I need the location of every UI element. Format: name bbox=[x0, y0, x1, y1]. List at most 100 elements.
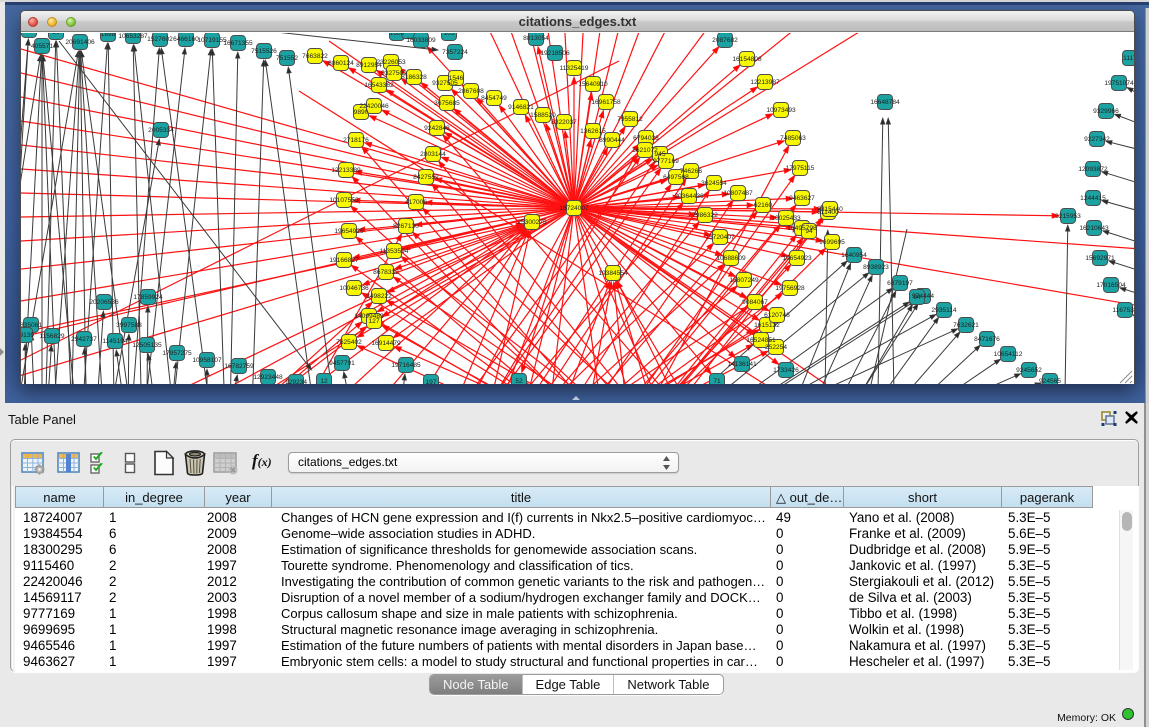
svg-text:9463627: 9463627 bbox=[789, 195, 815, 202]
svg-text:6120746: 6120746 bbox=[764, 312, 790, 319]
svg-text:16543362: 16543362 bbox=[364, 82, 394, 89]
svg-text:19716485: 19716485 bbox=[391, 362, 421, 369]
svg-text:2867608: 2867608 bbox=[458, 88, 484, 95]
svg-text:16524851: 16524851 bbox=[746, 337, 776, 344]
svg-text:8454749: 8454749 bbox=[481, 95, 507, 102]
svg-text:23226053: 23226053 bbox=[376, 59, 406, 66]
svg-text:90: 90 bbox=[25, 33, 33, 34]
svg-text:1898: 1898 bbox=[101, 33, 116, 38]
svg-text:751552: 751552 bbox=[276, 55, 298, 62]
svg-text:12923448: 12923448 bbox=[253, 374, 283, 381]
svg-text:15640910: 15640910 bbox=[578, 81, 608, 88]
svg-text:2087682: 2087682 bbox=[712, 37, 738, 44]
svg-text:9146821: 9146821 bbox=[508, 104, 534, 111]
svg-text:197: 197 bbox=[425, 379, 436, 384]
svg-text:7955812: 7955812 bbox=[617, 116, 643, 123]
svg-text:22420046: 22420046 bbox=[359, 103, 389, 110]
svg-text:9245652: 9245652 bbox=[1016, 367, 1042, 374]
svg-text:17859924: 17859924 bbox=[133, 294, 163, 301]
svg-text:8678332: 8678332 bbox=[373, 269, 399, 276]
svg-text:19751074: 19751074 bbox=[1104, 80, 1134, 87]
svg-text:405571: 405571 bbox=[31, 43, 53, 50]
svg-text:71: 71 bbox=[713, 378, 721, 384]
svg-text:7515526: 7515526 bbox=[251, 48, 277, 55]
svg-text:252254: 252254 bbox=[765, 344, 787, 351]
svg-text:10807487: 10807487 bbox=[723, 190, 753, 197]
svg-text:20364436: 20364436 bbox=[674, 193, 704, 200]
svg-text:1362615: 1362615 bbox=[580, 128, 606, 135]
svg-text:16782759: 16782759 bbox=[224, 363, 254, 370]
svg-text:20691406: 20691406 bbox=[65, 39, 95, 46]
svg-text:8990444: 8990444 bbox=[599, 137, 625, 144]
svg-text:10973493: 10973493 bbox=[766, 107, 796, 114]
svg-text:18724007: 18724007 bbox=[559, 205, 589, 212]
svg-text:12213389: 12213389 bbox=[331, 167, 361, 174]
svg-text:7632621: 7632621 bbox=[953, 322, 979, 329]
svg-text:10958107: 10958107 bbox=[192, 357, 222, 364]
svg-text:20206536: 20206536 bbox=[89, 299, 119, 306]
svg-text:945: 945 bbox=[654, 151, 665, 158]
svg-text:39139: 39139 bbox=[21, 332, 34, 339]
svg-text:3675685: 3675685 bbox=[434, 100, 460, 107]
svg-text:2803144: 2803144 bbox=[420, 151, 446, 158]
svg-text:12: 12 bbox=[320, 378, 328, 384]
svg-text:3624554: 3624554 bbox=[701, 180, 727, 187]
svg-text:127: 127 bbox=[368, 318, 379, 325]
svg-text:924565: 924565 bbox=[1039, 378, 1061, 384]
svg-text:417006: 417006 bbox=[405, 199, 427, 206]
svg-text:16914479: 16914479 bbox=[371, 340, 401, 347]
svg-text:11353594: 11353594 bbox=[380, 248, 409, 255]
svg-text:94: 94 bbox=[805, 228, 813, 235]
svg-text:8813054: 8813054 bbox=[523, 35, 549, 42]
svg-text:7485063: 7485063 bbox=[780, 135, 806, 142]
svg-text:7625402: 7625402 bbox=[336, 339, 362, 346]
svg-text:25300275: 25300275 bbox=[517, 219, 547, 226]
svg-text:1640954: 1640954 bbox=[841, 252, 867, 259]
svg-text:19384554: 19384554 bbox=[598, 270, 628, 277]
svg-text:9699695: 9699695 bbox=[819, 239, 845, 246]
svg-text:1609: 1609 bbox=[390, 33, 405, 37]
svg-text:7663822: 7663822 bbox=[302, 53, 328, 60]
svg-text:8860124: 8860124 bbox=[328, 60, 354, 67]
svg-text:18807249: 18807249 bbox=[729, 277, 759, 284]
svg-text:3215953: 3215953 bbox=[1055, 213, 1081, 220]
svg-text:1588520: 1588520 bbox=[530, 112, 556, 119]
svg-text:2005334: 2005334 bbox=[148, 127, 174, 134]
svg-text:7986322: 7986322 bbox=[692, 212, 718, 219]
svg-text:1156829: 1156829 bbox=[39, 333, 65, 340]
svg-text:6497568: 6497568 bbox=[663, 174, 689, 181]
svg-text:14136141: 14136141 bbox=[727, 361, 757, 368]
svg-text:19654925: 19654925 bbox=[334, 228, 364, 235]
svg-text:1733426: 1733426 bbox=[773, 367, 799, 374]
svg-text:16671355: 16671355 bbox=[223, 40, 253, 47]
svg-text:7357224: 7357224 bbox=[442, 49, 468, 56]
svg-text:105: 105 bbox=[443, 33, 454, 37]
svg-text:746266: 746266 bbox=[680, 168, 702, 175]
svg-text:3997588: 3997588 bbox=[116, 322, 142, 329]
svg-text:9329966: 9329966 bbox=[1093, 108, 1119, 115]
svg-text:15692971: 15692971 bbox=[1085, 255, 1115, 262]
svg-text:8186328: 8186328 bbox=[401, 74, 427, 81]
svg-text:1615132: 1615132 bbox=[754, 322, 780, 329]
svg-text:2718176: 2718176 bbox=[343, 137, 369, 144]
svg-text:1527602: 1527602 bbox=[147, 36, 173, 43]
svg-text:12093872: 12093872 bbox=[1078, 166, 1108, 173]
svg-text:9890: 9890 bbox=[354, 109, 369, 116]
svg-text:9815440: 9815440 bbox=[817, 206, 843, 213]
svg-text:6879197: 6879197 bbox=[887, 280, 913, 287]
svg-text:8267130: 8267130 bbox=[393, 223, 419, 230]
svg-text:2935114: 2935114 bbox=[931, 307, 957, 314]
svg-text:10046736: 10046736 bbox=[339, 285, 369, 292]
svg-text:8938923: 8938923 bbox=[863, 264, 889, 271]
svg-text:1167533: 1167533 bbox=[1112, 307, 1134, 314]
svg-text:94: 94 bbox=[913, 294, 921, 301]
svg-text:19218506: 19218506 bbox=[540, 50, 570, 57]
svg-text:10107553: 10107553 bbox=[329, 197, 359, 204]
svg-text:15720407: 15720407 bbox=[705, 234, 735, 241]
svg-text:16648784: 16648784 bbox=[870, 99, 900, 106]
svg-text:16210643: 16210643 bbox=[1079, 225, 1109, 232]
svg-text:62160: 62160 bbox=[754, 202, 773, 209]
svg-text:10025433: 10025433 bbox=[771, 215, 801, 222]
svg-text:160: 160 bbox=[403, 33, 414, 35]
svg-text:20: 20 bbox=[52, 33, 60, 36]
